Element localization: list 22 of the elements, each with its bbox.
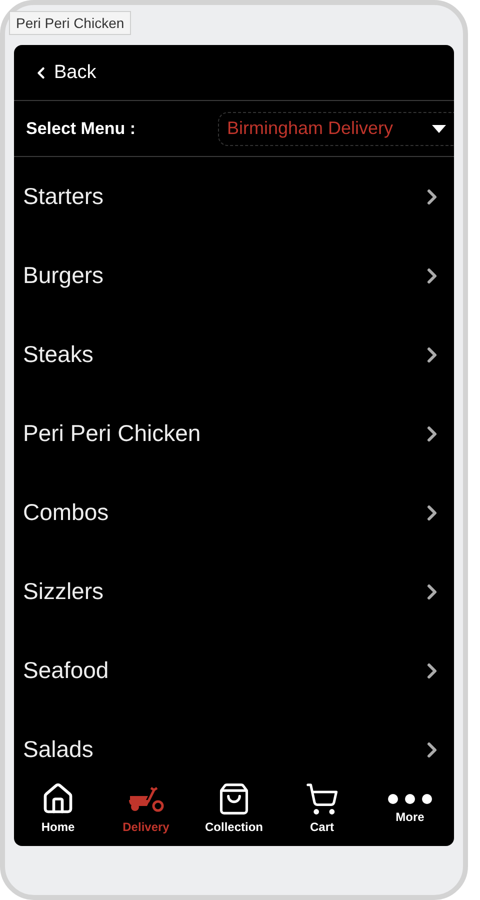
- category-item[interactable]: Combos: [14, 473, 454, 552]
- category-item[interactable]: Seafood: [14, 631, 454, 710]
- dropdown-caret-icon: [432, 124, 446, 132]
- nav-tab[interactable]: Cart: [282, 782, 362, 834]
- category-item[interactable]: Burgers: [14, 236, 454, 315]
- select-menu-label: Select Menu :: [26, 118, 136, 138]
- back-link[interactable]: Back: [32, 62, 96, 84]
- home-icon: [41, 782, 75, 816]
- category-item[interactable]: Steaks: [14, 315, 454, 394]
- nav-tab[interactable]: Delivery: [106, 782, 186, 834]
- cart-icon: [305, 782, 339, 816]
- category-item[interactable]: Salads: [14, 710, 454, 769]
- nav-tab[interactable]: More: [370, 792, 450, 824]
- category-item[interactable]: Peri Peri Chicken: [14, 394, 454, 473]
- menu-dropdown[interactable]: Birmingham Delivery: [218, 112, 454, 146]
- shopping-bag-icon: [217, 782, 251, 816]
- nav-tab[interactable]: Home: [18, 782, 98, 834]
- more-icon: [387, 792, 433, 806]
- nav-tab[interactable]: Collection: [194, 782, 274, 834]
- category-item[interactable]: Sizzlers: [14, 552, 454, 631]
- category-item[interactable]: Starters: [14, 157, 454, 236]
- tooltip: Peri Peri Chicken: [9, 11, 132, 35]
